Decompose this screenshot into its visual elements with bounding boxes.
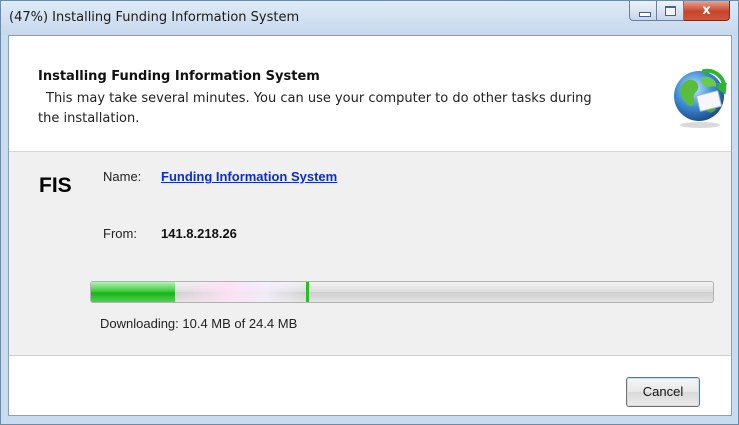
- progress-fill: [91, 282, 175, 302]
- download-status: Downloading: 10.4 MB of 24.4 MB: [100, 316, 298, 331]
- header-description: This may take several minutes. You can u…: [38, 91, 592, 126]
- download-progress-bar: [90, 281, 714, 303]
- minimize-icon: [639, 12, 651, 17]
- close-icon: x: [702, 3, 711, 18]
- cancel-button[interactable]: Cancel: [626, 377, 700, 407]
- app-logo: FIS: [39, 174, 72, 197]
- title-bar[interactable]: (47%) Installing Funding Information Sys…: [1, 1, 738, 35]
- name-label: Name:: [103, 169, 142, 184]
- header-title: Installing Funding Information System: [38, 69, 320, 84]
- maximize-button[interactable]: [657, 1, 684, 21]
- installer-window: (47%) Installing Funding Information Sys…: [0, 0, 739, 425]
- progress-glow: [174, 282, 306, 302]
- globe-install-icon: [674, 68, 727, 128]
- maximize-icon: [665, 6, 676, 16]
- window-title: (47%) Installing Funding Information Sys…: [9, 10, 300, 25]
- minimize-button[interactable]: [629, 1, 657, 21]
- from-value: 141.8.218.26: [161, 226, 237, 241]
- close-button[interactable]: x: [684, 1, 730, 21]
- window-controls: x: [629, 1, 730, 21]
- progress-marker: [305, 282, 309, 302]
- from-label: From:: [103, 226, 137, 241]
- header-panel: Installing Funding Information System Th…: [9, 36, 731, 152]
- app-name-link[interactable]: Funding Information System: [161, 169, 337, 184]
